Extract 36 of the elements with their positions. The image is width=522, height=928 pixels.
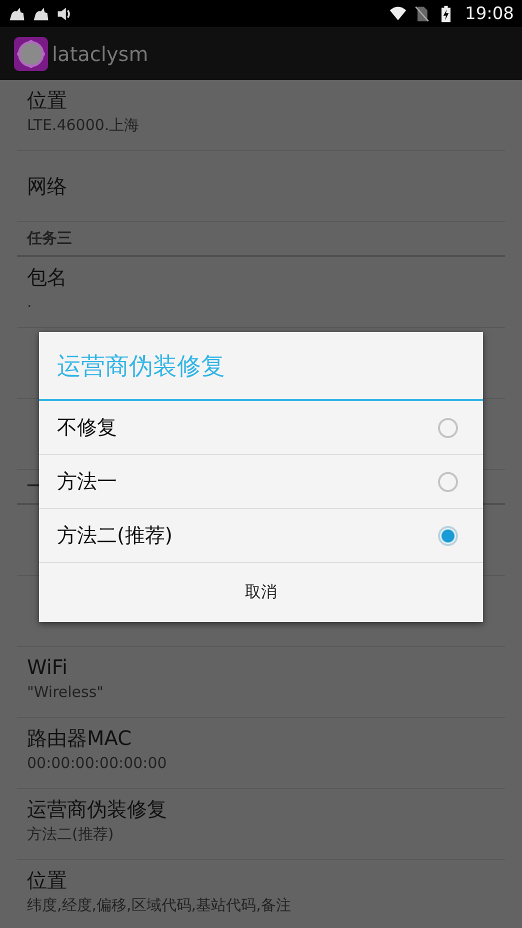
list-item[interactable]: WiFi "Wireless": [17, 647, 505, 718]
item-title: 网络: [27, 173, 67, 200]
clock-time: 19:08: [465, 4, 514, 24]
item-summary: LTE.46000.上海: [27, 115, 140, 136]
item-summary: "Wireless": [27, 682, 104, 703]
option-row[interactable]: 不修复: [39, 401, 483, 455]
item-summary: 纬度,经度,偏移,区域代码,基站代码,备注: [27, 895, 291, 916]
item-summary: .: [27, 292, 32, 313]
option-label: 方法二(推荐): [57, 522, 173, 549]
option-row[interactable]: 方法一: [39, 455, 483, 509]
radio-button[interactable]: [438, 418, 458, 438]
item-title: WiFi: [27, 654, 68, 681]
item-title: 位置: [27, 867, 67, 894]
item-summary: 方法二(推荐): [27, 824, 114, 845]
item-summary: 00:00:00:00:00:00: [27, 753, 167, 774]
wifi-icon: [389, 4, 407, 22]
section-header: 任务三: [27, 229, 72, 248]
radio-button[interactable]: [438, 472, 458, 492]
app-logo-icon[interactable]: [14, 36, 48, 70]
list-item[interactable]: 位置 LTE.46000.上海: [17, 80, 505, 151]
item-title: 包名: [27, 264, 67, 291]
list-item[interactable]: 网络: [17, 151, 505, 222]
item-title: 运营商伪装修复: [27, 796, 167, 823]
no-sim-icon: [413, 4, 431, 22]
item-title: 路由器MAC: [27, 725, 132, 752]
list-item[interactable]: 位置 纬度,经度,偏移,区域代码,基站代码,备注: [17, 860, 505, 928]
item-title: 位置: [27, 87, 67, 114]
list-item[interactable]: 包名 .: [17, 257, 505, 328]
radio-button[interactable]: [438, 526, 458, 546]
list-item[interactable]: 路由器MAC 00:00:00:00:00:00: [17, 718, 505, 789]
option-label: 不修复: [57, 414, 117, 441]
cancel-button[interactable]: 取消: [39, 563, 483, 622]
app-title: lataclysm: [52, 42, 148, 66]
list-item[interactable]: 运营商伪装修复 方法二(推荐): [17, 789, 505, 860]
option-label: 方法一: [57, 468, 117, 495]
dialog-title: 运营商伪装修复: [39, 332, 483, 401]
